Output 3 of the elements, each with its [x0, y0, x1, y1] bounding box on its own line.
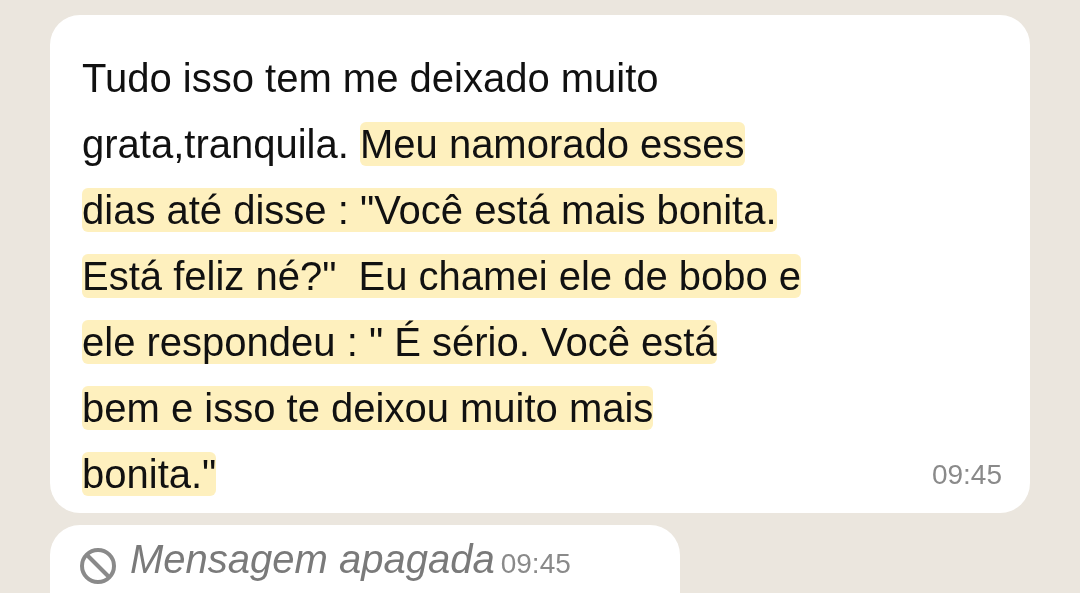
message-time: 09:45	[931, 459, 1002, 491]
deleted-message-text: Mensagem apagada	[130, 537, 495, 582]
message-time: 09:45	[500, 548, 571, 580]
